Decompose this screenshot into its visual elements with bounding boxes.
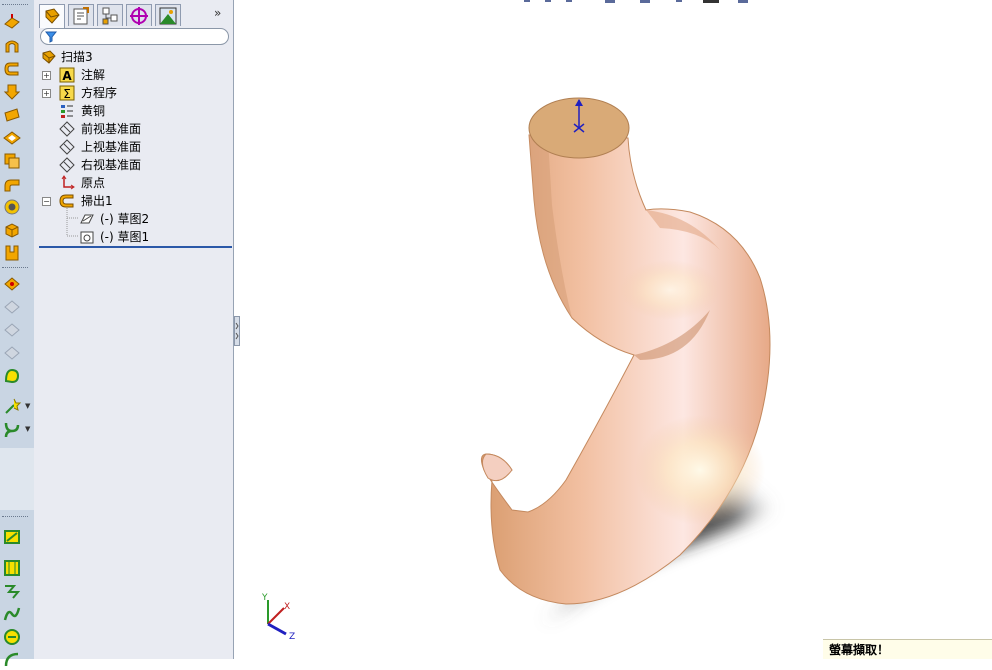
tree-item-label: 黄铜 (81, 104, 106, 118)
polyline-icon[interactable] (2, 581, 22, 601)
extrude-boss-icon[interactable] (2, 12, 22, 32)
tree-item-annotations[interactable]: + A 注解 (39, 66, 229, 84)
toolbar-grip[interactable] (2, 516, 28, 519)
features-toolbar: ▼ ▼ (0, 0, 35, 667)
draft-icon[interactable] (2, 220, 22, 240)
ellipse-icon[interactable] (2, 627, 22, 647)
sketch-icon (80, 214, 94, 224)
status-message: 螢幕擷取！ (823, 639, 992, 659)
sweep-body[interactable] (480, 134, 771, 605)
tree-item-origin[interactable]: 原点 (39, 174, 229, 192)
expand-toggle[interactable]: + (42, 71, 51, 80)
tree-item-equations[interactable]: + Σ 方程序 (39, 84, 229, 102)
tree-item-label: (-) 草图1 (100, 230, 150, 244)
dimxpert-icon (130, 7, 148, 25)
instant3d-icon[interactable] (2, 397, 22, 417)
configuration-icon (102, 7, 118, 25)
material-icon (61, 105, 73, 118)
tab-property-manager[interactable] (68, 4, 94, 26)
toolbar-grip[interactable] (2, 4, 28, 7)
tree-item-label: 方程序 (81, 86, 118, 100)
circular-pattern-icon[interactable] (2, 297, 22, 317)
triad-z-label: Z (289, 632, 295, 642)
expand-panel-button[interactable]: » (214, 6, 221, 20)
panel-splitter-handle[interactable] (234, 316, 240, 346)
tab-display-manager[interactable] (155, 4, 181, 26)
sweep-boss-icon[interactable] (2, 59, 22, 79)
tab-feature-manager[interactable] (39, 4, 65, 28)
spline-icon[interactable] (2, 604, 22, 624)
tree-filter-input[interactable] (40, 28, 229, 45)
tree-item-right-plane[interactable]: 右视基准面 (39, 156, 229, 174)
collapse-toggle[interactable]: − (42, 197, 51, 206)
chevron-down-icon[interactable]: ▼ (25, 402, 30, 410)
plane-icon (59, 139, 75, 155)
tree-item-label: 上视基准面 (81, 140, 142, 154)
tree-item-label: 前视基准面 (81, 122, 142, 136)
tree-item-label: 掃出1 (81, 194, 113, 208)
triad-x-label: X (284, 602, 290, 612)
sweep-icon (59, 194, 74, 208)
panel-tabs (39, 4, 229, 28)
tree-item-sketch1[interactable]: (-) 草图1 (39, 228, 229, 246)
tab-dimxpert-manager[interactable] (126, 4, 152, 26)
feature-tree-icon (45, 8, 60, 24)
annotation-icon: A (59, 67, 75, 83)
shell-icon[interactable] (2, 151, 22, 171)
tree-item-sketch2[interactable]: (-) 草图2 (39, 210, 229, 228)
filter-icon (45, 31, 57, 43)
rib-icon[interactable] (2, 243, 22, 263)
property-icon (73, 7, 89, 25)
linear-pattern-icon[interactable] (2, 274, 22, 294)
sketch-icon[interactable] (2, 527, 22, 547)
tree-item-label: 原点 (81, 176, 106, 190)
tree-item-label: 注解 (81, 68, 106, 82)
tree-item-material[interactable]: 黄铜 (39, 102, 229, 120)
arc-icon[interactable] (2, 650, 22, 670)
tree-root-label: 扫描3 (61, 50, 93, 64)
sketch-icon (80, 231, 94, 244)
loft-boss-icon[interactable] (2, 82, 22, 102)
expand-toggle[interactable]: + (42, 89, 51, 98)
origin-icon (61, 175, 75, 190)
revolve-boss-icon[interactable] (2, 36, 22, 56)
extrude-cut-icon[interactable] (2, 105, 22, 125)
graphics-viewport[interactable]: Y X Z (241, 0, 992, 659)
feature-manager-panel: » 扫描3 + A 注解 + Σ 方程序 黄铜 前视基准面 上视基准面 右视基准… (34, 0, 234, 659)
toolbar-separator (2, 267, 28, 270)
tree-item-label: 右视基准面 (81, 158, 142, 172)
fillet-icon[interactable] (2, 174, 22, 194)
specular-highlight (620, 260, 720, 320)
plane-icon (59, 121, 75, 137)
part-icon (42, 50, 56, 64)
view-triad-icon: Y X Z (261, 593, 295, 642)
display-manager-icon (159, 7, 177, 25)
heads-up-toolbar[interactable] (524, 0, 748, 3)
tree-item-top-plane[interactable]: 上视基准面 (39, 138, 229, 156)
triad-y-label: Y (261, 593, 268, 603)
rollback-bar[interactable] (39, 246, 232, 248)
rectangle-icon[interactable] (2, 558, 22, 578)
mirror-icon[interactable] (2, 320, 22, 340)
tree-item-label: (-) 草图2 (100, 212, 150, 226)
equation-icon: Σ (59, 85, 75, 101)
tail-cap (482, 453, 513, 482)
helix-icon[interactable] (2, 419, 22, 439)
plane-icon (59, 157, 75, 173)
splitter-grip-icon (235, 322, 239, 340)
toolbar-gap (0, 448, 34, 510)
reference-plane-icon[interactable] (2, 343, 22, 363)
svg-text:A: A (62, 69, 72, 83)
revolve-cut-icon[interactable] (2, 128, 22, 148)
chevron-down-icon[interactable]: ▼ (25, 425, 30, 433)
svg-text:Σ: Σ (63, 87, 71, 101)
tree-item-front-plane[interactable]: 前视基准面 (39, 120, 229, 138)
specular-highlight (635, 415, 765, 525)
tab-configuration-manager[interactable] (97, 4, 123, 26)
hole-wizard-icon[interactable] (2, 197, 22, 217)
curves-icon[interactable] (2, 366, 22, 386)
